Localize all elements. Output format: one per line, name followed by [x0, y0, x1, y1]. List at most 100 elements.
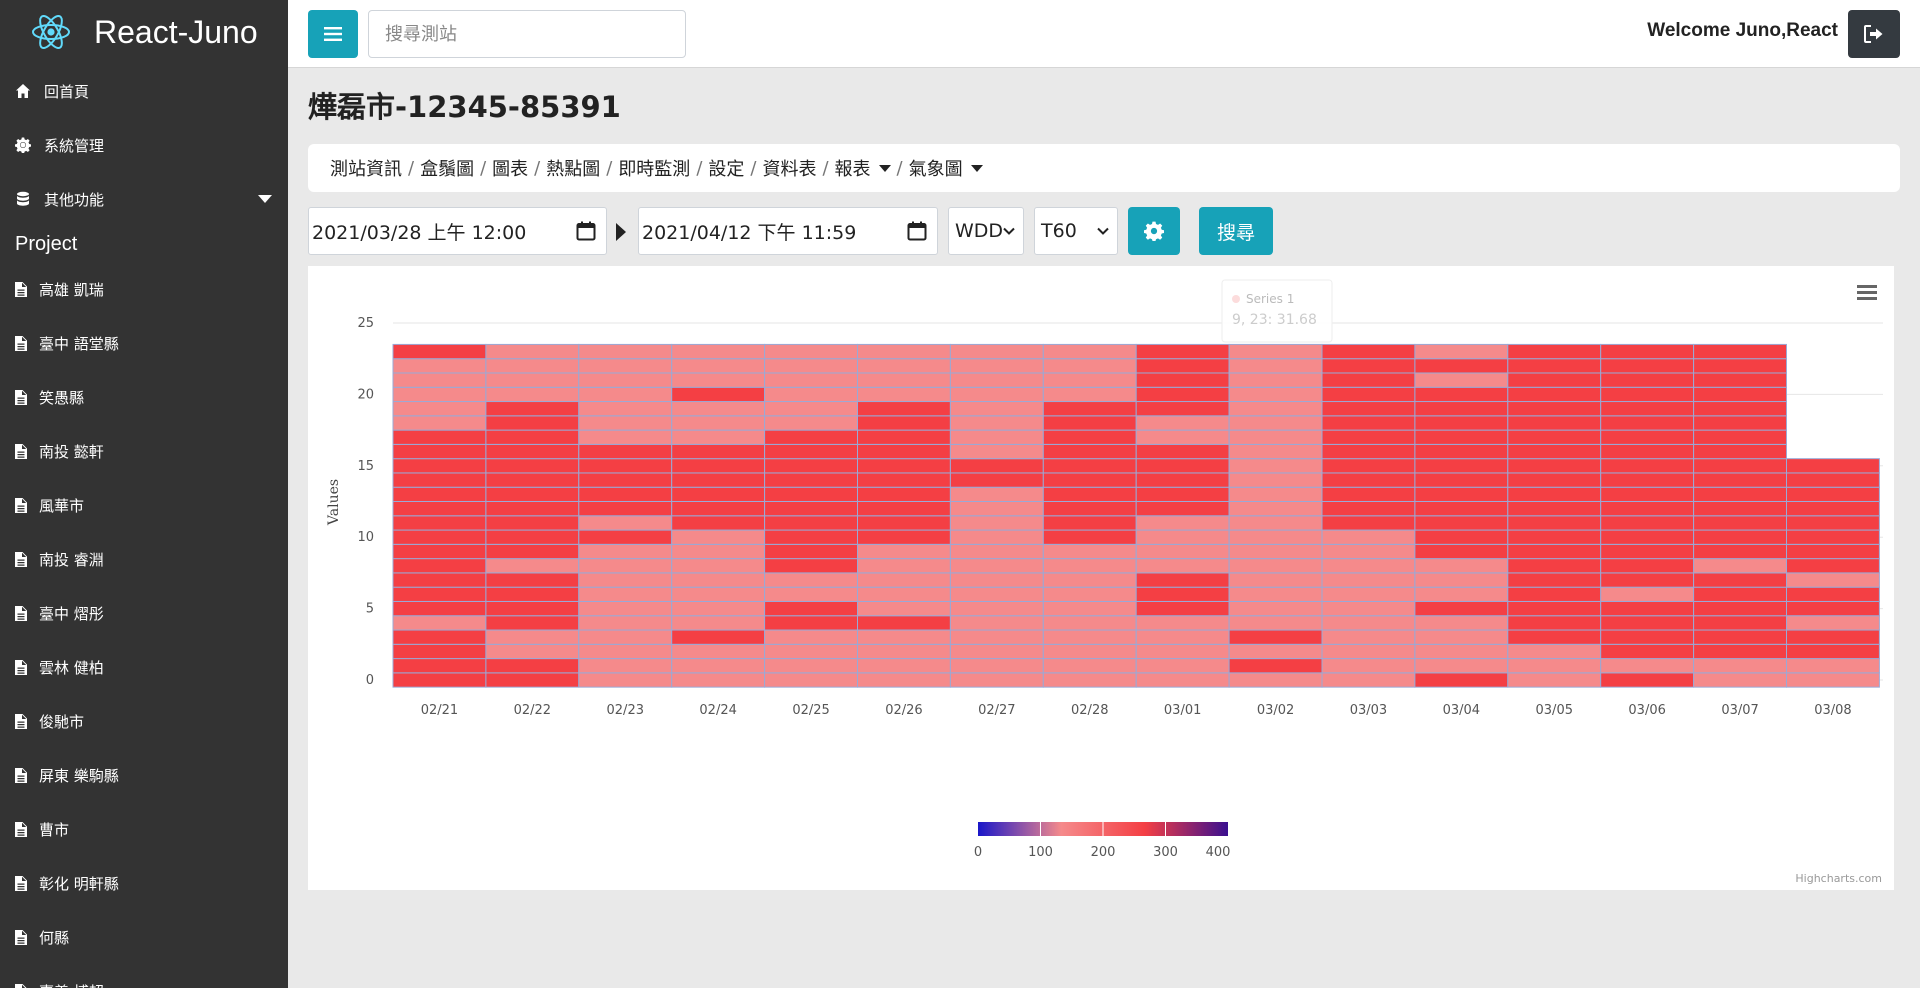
heatmap-cell [485, 429, 580, 445]
heatmap-cell [1600, 529, 1695, 545]
brand[interactable]: React-Juno [0, 0, 288, 64]
heatmap-cell [857, 672, 951, 688]
heatmap-cell [1786, 458, 1880, 474]
heatmap-cell [578, 543, 673, 560]
y-tick-label: 0 [366, 673, 374, 688]
heatmap-cell [949, 415, 1044, 431]
sidebar-project-item[interactable]: 俊馳市 [0, 694, 288, 748]
heatmap-cell [1042, 401, 1137, 417]
heatmap-cell [1135, 672, 1230, 688]
tab-chart[interactable]: 圖表 [492, 155, 528, 181]
heatmap-cell [1693, 543, 1787, 560]
sidebar-project-item[interactable]: 屏東 樂駒縣 [0, 748, 288, 802]
sidebar-project-item[interactable]: 南投 睿淵 [0, 532, 288, 586]
calendar-icon[interactable] [907, 221, 927, 241]
y-tick-label: 15 [357, 459, 374, 474]
sidebar-project-item[interactable]: 南投 懿軒 [0, 424, 288, 478]
gear-icon [1144, 221, 1164, 241]
sidebar-project-item[interactable]: 臺中 熠彤 [0, 586, 288, 640]
heatmap-cell [1600, 472, 1695, 488]
sidebar-project-item[interactable]: 彰化 明軒縣 [0, 856, 288, 910]
heatmap-cell [1600, 415, 1695, 431]
heatmap-cell [764, 429, 859, 445]
settings-button[interactable] [1128, 207, 1180, 255]
heatmap-cell [1042, 343, 1137, 360]
heatmap-cell [1693, 343, 1787, 360]
separator: / [696, 157, 703, 179]
heatmap-cell [485, 615, 580, 631]
heatmap-cell [1693, 658, 1787, 674]
heatmap-cell [578, 429, 673, 445]
heatmap-cell [1321, 672, 1416, 688]
heatmap-cell [1507, 401, 1602, 417]
heatmap-cell [857, 515, 951, 531]
heatmap-cell [1321, 415, 1416, 431]
parameter-select[interactable]: WDD [948, 207, 1024, 255]
menu-toggle-button[interactable] [308, 10, 358, 58]
heatmap-cell [1228, 472, 1323, 488]
sidebar-project-item[interactable]: 曹市 [0, 802, 288, 856]
station-search-input[interactable] [368, 10, 686, 58]
heatmap-cell [949, 458, 1044, 474]
heatmap-cell [949, 401, 1044, 417]
x-tick-label: 02/24 [699, 703, 736, 718]
heatmap-cell [949, 658, 1044, 674]
heatmap-cell [1228, 672, 1323, 688]
heatmap-cell [578, 586, 673, 602]
sidebar-project-label: 嘉義 博超 [39, 981, 104, 988]
heatmap-cell [1693, 458, 1787, 474]
tab-reports-dropdown[interactable]: 報表 [835, 155, 891, 181]
heatmap-cell [392, 629, 487, 645]
tab-heatmap[interactable]: 熱點圖 [546, 155, 600, 181]
separator: / [822, 157, 829, 179]
tab-settings[interactable]: 設定 [708, 155, 744, 181]
heatmap-cell [1507, 672, 1602, 688]
heatmap-cell [578, 658, 673, 674]
nav-home[interactable]: 回首頁 [0, 64, 288, 118]
chevron-down-icon [258, 195, 272, 203]
search-button[interactable]: 搜尋 [1199, 207, 1273, 255]
heatmap-cell [671, 415, 766, 431]
tab-station-info[interactable]: 測站資訊 [330, 155, 402, 181]
heatmap-cell [857, 486, 951, 503]
interval-select-value: T60 [1041, 220, 1077, 242]
tab-realtime-monitor[interactable]: 即時監測 [618, 155, 690, 181]
heatmap-cell [485, 558, 580, 574]
sidebar-project-item[interactable]: 風華市 [0, 478, 288, 532]
heatmap-cell [1042, 558, 1137, 574]
sidebar-project-item[interactable]: 笑愚縣 [0, 370, 288, 424]
heatmap-cell [1507, 658, 1602, 674]
end-date-input[interactable]: 2021/04/12 下午 11:59 [638, 207, 938, 255]
nav-system-admin[interactable]: 系統管理 [0, 118, 288, 172]
heatmap-cell [1507, 543, 1602, 560]
sidebar-project-item[interactable]: 高雄 凱瑞 [0, 262, 288, 316]
tab-boxplot[interactable]: 盒鬚圖 [420, 155, 474, 181]
chart-menu-icon [1857, 297, 1877, 300]
calendar-icon[interactable] [576, 221, 596, 241]
heatmap-cell [1786, 629, 1880, 645]
heatmap-cell [1228, 586, 1323, 602]
nav-other-functions-label: 其他功能 [44, 190, 105, 209]
sidebar-project-item[interactable]: 嘉義 博超 [0, 964, 288, 988]
separator: / [480, 157, 487, 179]
start-date-input[interactable]: 2021/03/28 上午 12:00 [308, 207, 607, 255]
tab-data-table[interactable]: 資料表 [762, 155, 816, 181]
color-axis-label: 100 [1028, 845, 1053, 860]
color-axis-label: 400 [1206, 845, 1231, 860]
heatmap-cell [1042, 415, 1137, 431]
heatmap-cell [764, 501, 859, 517]
heatmap-cell [857, 458, 951, 474]
sidebar-project-item[interactable]: 雲林 健柏 [0, 640, 288, 694]
heatmap-cell [1693, 529, 1787, 545]
sidebar-project-item[interactable]: 何縣 [0, 910, 288, 964]
file-icon [15, 929, 27, 945]
sidebar-project-item[interactable]: 臺中 語堂縣 [0, 316, 288, 370]
logout-button[interactable] [1848, 10, 1900, 58]
tab-weather-dropdown[interactable]: 氣象圖 [909, 155, 983, 181]
heatmap-cell [1414, 472, 1509, 488]
heatmap-cell [1042, 543, 1137, 560]
heatmap-cell [1135, 401, 1230, 417]
interval-select[interactable]: T60 [1034, 207, 1118, 255]
heatmap-cell [764, 486, 859, 503]
nav-other-functions[interactable]: 其他功能 [0, 172, 288, 226]
